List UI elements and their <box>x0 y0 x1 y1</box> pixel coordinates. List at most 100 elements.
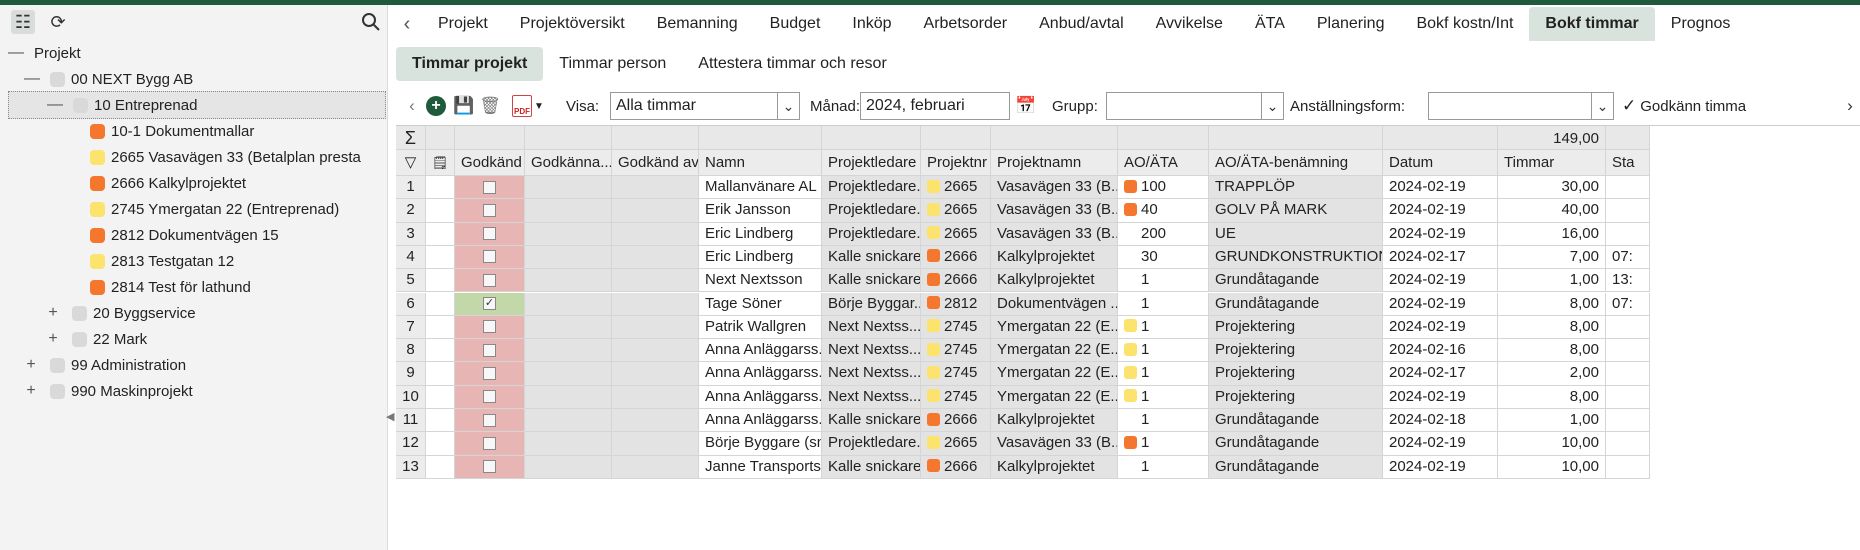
approved-checkbox[interactable] <box>483 227 496 241</box>
table-row[interactable]: 12 Börje Byggare (sn...Projektledare... 26… <box>396 432 1860 456</box>
tree-node[interactable]: 2665 Vasavägen 33 (Betalplan presta <box>66 143 361 171</box>
approved-checkbox[interactable] <box>483 320 496 334</box>
approved-checkbox-cell[interactable] <box>455 339 525 363</box>
column-header[interactable]: Namn <box>699 150 822 176</box>
tree-node[interactable]: — 00 NEXT Bygg AB <box>24 65 193 93</box>
tabs-left-arrow-icon[interactable]: ‹ <box>392 13 422 36</box>
note-cell[interactable] <box>426 432 455 456</box>
approved-checkbox-cell[interactable] <box>455 315 525 340</box>
column-header[interactable]: Projektledare <box>822 150 921 176</box>
tree-node[interactable]: 10-1 Dokumentmallar <box>66 117 254 145</box>
approved-checkbox[interactable] <box>483 436 496 450</box>
tree-node[interactable]: 2813 Testgatan 12 <box>66 247 234 275</box>
approved-checkbox-cell[interactable] <box>455 432 525 456</box>
tree-node[interactable]: 2814 Test för lathund <box>66 273 251 301</box>
table-row[interactable]: 6 ✓ Tage Söner Börje Byggar... 2812 Dokumentv… <box>396 292 1860 316</box>
table-row[interactable]: 3 Eric Lindberg Projektledare... 2665 Vasavä… <box>396 222 1860 246</box>
subtab-0[interactable]: Timmar projekt <box>396 47 544 81</box>
approved-checkbox[interactable] <box>483 250 496 264</box>
tab-12[interactable]: Prognos <box>1655 7 1747 41</box>
approved-checkbox[interactable] <box>483 273 496 287</box>
approved-checkbox-cell[interactable]: ✓ <box>455 292 525 316</box>
approved-checkbox[interactable]: ✓ <box>483 297 496 311</box>
approved-checkbox[interactable] <box>483 366 496 380</box>
approved-checkbox-cell[interactable] <box>455 455 525 479</box>
tree-node[interactable]: 2812 Dokumentvägen 15 <box>66 221 279 249</box>
approved-checkbox-cell[interactable] <box>455 409 525 433</box>
collapse-icon[interactable]: — <box>24 70 40 88</box>
refresh-icon[interactable]: ⟳ <box>46 10 70 34</box>
approved-checkbox[interactable] <box>483 413 496 427</box>
visa-select[interactable]: Alla timmar ⌄ <box>610 92 800 120</box>
note-cell[interactable] <box>426 292 455 316</box>
column-header[interactable]: Projektnr <box>921 150 991 176</box>
tree-node[interactable]: +20 Byggservice <box>46 299 195 327</box>
note-cell[interactable] <box>426 455 455 479</box>
tree-node[interactable]: +990 Maskinprojekt <box>24 377 192 405</box>
tab-9[interactable]: Planering <box>1301 7 1401 41</box>
note-cell[interactable] <box>426 199 455 223</box>
note-cell[interactable] <box>426 222 455 246</box>
delete-icon[interactable]: 🗑 <box>478 93 502 119</box>
table-row[interactable]: 9 Anna Anläggarss... Next Nextss... 2745 Yme… <box>396 362 1860 386</box>
tab-11[interactable]: Bokf timmar <box>1529 7 1655 41</box>
column-header[interactable]: Godkänna... <box>525 150 612 176</box>
approved-checkbox-cell[interactable] <box>455 269 525 293</box>
column-header[interactable]: Sta <box>1606 150 1650 176</box>
tree-node[interactable]: +99 Administration <box>24 351 186 379</box>
note-cell[interactable] <box>426 362 455 386</box>
tree-node[interactable]: +22 Mark <box>46 325 147 353</box>
approved-checkbox-cell[interactable] <box>455 245 525 270</box>
tree-node[interactable]: 2745 Ymergatan 22 (Entreprenad) <box>66 195 339 223</box>
tree-root-projekt[interactable]: — Projekt <box>8 39 81 67</box>
column-header[interactable]: AO/ÄTA <box>1118 150 1209 176</box>
note-cell[interactable] <box>426 176 455 200</box>
tab-1[interactable]: Projektöversikt <box>504 7 641 41</box>
save-icon[interactable]: 💾 <box>452 93 476 119</box>
tab-7[interactable]: Avvikelse <box>1140 7 1239 41</box>
expand-icon[interactable]: + <box>46 304 60 322</box>
tree-view-icon[interactable]: ☷ <box>11 10 35 34</box>
pdf-export-icon[interactable]: PDF ▼ <box>512 93 544 119</box>
note-icon[interactable]: 🗒 <box>426 150 455 176</box>
search-icon[interactable] <box>359 10 383 34</box>
note-cell[interactable] <box>426 245 455 270</box>
tab-8[interactable]: ÄTA <box>1239 7 1301 41</box>
back-arrow-icon[interactable]: ‹ <box>400 93 424 119</box>
column-header[interactable]: AO/ÄTA-benämning <box>1209 150 1383 176</box>
column-header[interactable]: Godkänd <box>455 150 525 176</box>
collapse-icon[interactable]: — <box>47 96 63 114</box>
tab-2[interactable]: Bemanning <box>641 7 754 41</box>
note-cell[interactable] <box>426 269 455 293</box>
expand-icon[interactable]: + <box>24 382 38 400</box>
tab-10[interactable]: Bokf kostn/Int <box>1400 7 1529 41</box>
forward-arrow-icon[interactable]: › <box>1838 93 1860 119</box>
approved-checkbox-cell[interactable] <box>455 176 525 200</box>
table-row[interactable]: 10 Anna Anläggarss... Next Nextss... 2745 Ym… <box>396 385 1860 409</box>
tree-node[interactable]: 2666 Kalkylprojektet <box>66 169 246 197</box>
tree-node[interactable]: — 10 Entreprenad <box>8 91 386 119</box>
note-cell[interactable] <box>426 385 455 409</box>
tab-3[interactable]: Budget <box>754 7 837 41</box>
calendar-icon[interactable]: 📅 <box>1014 93 1038 119</box>
note-cell[interactable] <box>426 409 455 433</box>
filter-icon[interactable]: ▽ <box>396 150 426 176</box>
table-row[interactable]: 4 Eric Lindberg Kalle snickare 2666 Kalkylpr… <box>396 245 1860 270</box>
column-header[interactable]: Timmar <box>1498 150 1606 176</box>
approved-checkbox[interactable] <box>483 203 496 217</box>
subtab-2[interactable]: Attestera timmar och resor <box>682 47 903 81</box>
table-row[interactable]: 8 Anna Anläggarss... Next Nextss... 2745 Yme… <box>396 339 1860 363</box>
note-cell[interactable] <box>426 339 455 363</box>
expand-icon[interactable]: + <box>46 330 60 348</box>
approved-checkbox-cell[interactable] <box>455 199 525 223</box>
approved-checkbox[interactable] <box>483 460 496 474</box>
column-header[interactable]: Datum <box>1383 150 1498 176</box>
column-header[interactable]: Projektnamn <box>991 150 1118 176</box>
tab-5[interactable]: Arbetsorder <box>908 7 1024 41</box>
add-icon[interactable]: + <box>426 93 446 119</box>
tab-0[interactable]: Projekt <box>422 7 504 41</box>
approved-checkbox-cell[interactable] <box>455 222 525 246</box>
table-row[interactable]: 2 Erik Jansson Projektledare... 2665 Vasaväg… <box>396 199 1860 223</box>
table-row[interactable]: 1 Mallanvänare AL Projektledare... 2665 Vasa… <box>396 176 1860 200</box>
anstallningsform-select[interactable]: ⌄ <box>1428 92 1614 120</box>
